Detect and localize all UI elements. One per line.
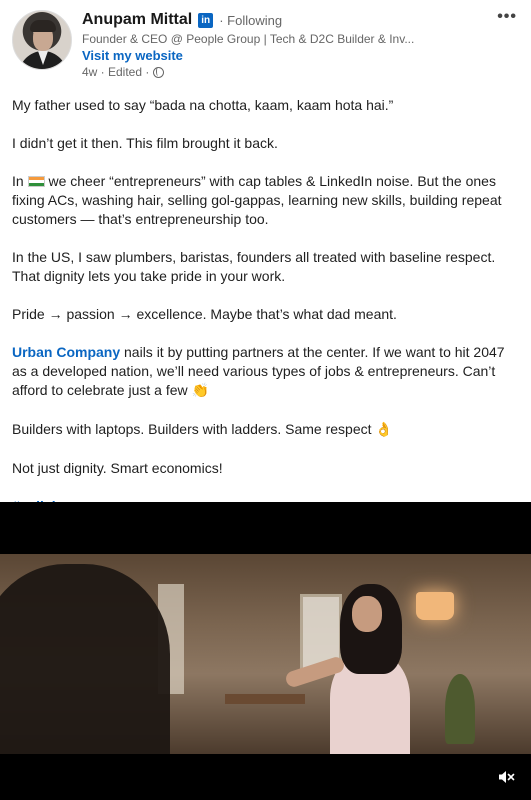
scene-table: [225, 694, 305, 704]
video-player[interactable]: [0, 502, 531, 800]
clapping-hands-icon: 👏: [191, 383, 209, 399]
india-flag-icon: [27, 176, 45, 187]
video-frame: [0, 554, 531, 754]
globe-icon: [153, 66, 165, 78]
paragraph-text: In: [12, 173, 24, 189]
author-name-row: Anupam Mittal in · Following: [82, 11, 282, 29]
avatar-hair: [30, 20, 56, 32]
post-body: My father used to say “bada na chotta, k…: [12, 96, 522, 535]
post-paragraph: In the US, I saw plumbers, baristas, fou…: [12, 249, 496, 284]
author-avatar[interactable]: [12, 10, 72, 70]
scene-woman-face: [352, 596, 382, 632]
post-paragraph: Not just dignity. Smart economics!: [12, 460, 223, 476]
scene-plant: [445, 674, 475, 744]
post-paragraph: In we cheer “entrepreneurs” with cap tab…: [12, 172, 522, 229]
post-paragraph: My father used to say “bada na chotta, k…: [12, 97, 394, 113]
more-options-button[interactable]: •••: [497, 8, 517, 26]
post-paragraph: Pride → passion → excellence. Maybe that…: [12, 306, 397, 322]
post-header: Anupam Mittal in · Following Founder & C…: [0, 0, 531, 88]
post-paragraph: Urban Company nails it by putting partne…: [12, 343, 522, 401]
scene-lamp: [416, 592, 454, 620]
post-time-edited: 4w · Edited ·: [82, 65, 150, 79]
visit-website-link[interactable]: Visit my website: [82, 48, 183, 63]
follow-status: · Following: [219, 12, 283, 28]
author-name[interactable]: Anupam Mittal: [82, 11, 192, 29]
post-meta: 4w · Edited ·: [82, 65, 165, 79]
paragraph-text: Builders with laptops. Builders with lad…: [12, 421, 376, 437]
volume-muted-icon[interactable]: [497, 768, 515, 786]
author-headline: Founder & CEO @ People Group | Tech & D2…: [82, 32, 415, 46]
ok-hand-icon: 👌: [375, 422, 393, 438]
urban-company-mention-link[interactable]: Urban Company: [12, 344, 120, 360]
post-paragraph: Builders with laptops. Builders with lad…: [12, 420, 522, 440]
linkedin-premium-icon: in: [198, 12, 214, 28]
post-paragraph: I didn’t get it then. This film brought …: [12, 135, 278, 151]
scene-foreground-person: [0, 564, 170, 754]
paragraph-text: we cheer “entrepreneurs” with cap tables…: [12, 173, 502, 227]
